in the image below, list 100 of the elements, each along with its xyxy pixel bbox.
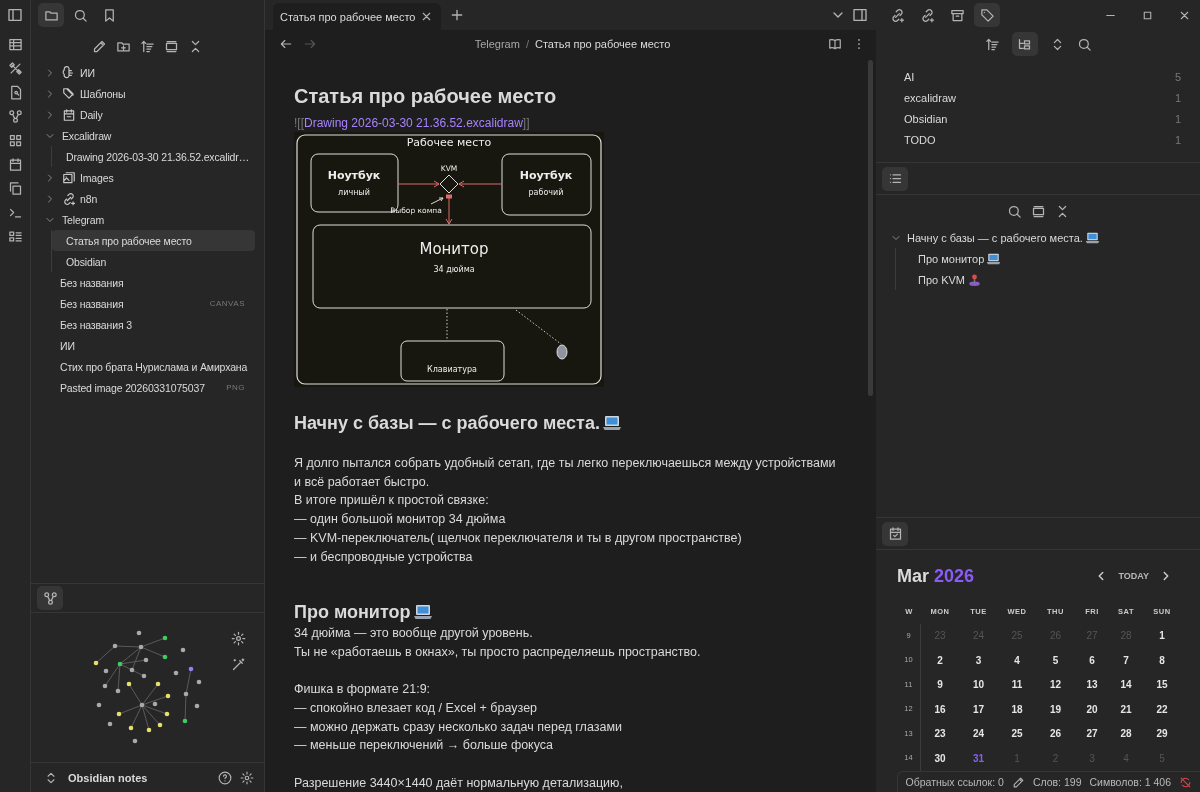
- calendar-day[interactable]: 20: [1075, 703, 1109, 715]
- calendar-day[interactable]: 14: [1109, 679, 1143, 691]
- outline-heading[interactable]: Начну с базы — с рабочего места.: [907, 231, 1083, 244]
- calendar-day[interactable]: 5: [1036, 654, 1075, 666]
- pencil-icon[interactable]: [1011, 775, 1025, 789]
- folder-item[interactable]: ИИ: [40, 62, 255, 83]
- calendar-day[interactable]: 23: [921, 728, 959, 740]
- calendar-day[interactable]: 1: [1143, 630, 1181, 642]
- tag-name[interactable]: TODO: [904, 133, 936, 146]
- file-item[interactable]: Obsidian: [52, 251, 255, 272]
- calendar-day[interactable]: 22: [1143, 703, 1181, 715]
- calendar-day[interactable]: 2: [921, 654, 959, 666]
- today-button[interactable]: TODAY: [1118, 571, 1149, 581]
- sort-icon[interactable]: [140, 38, 155, 54]
- calendar-day[interactable]: 24: [959, 728, 998, 740]
- embed-link[interactable]: Drawing 2026-03-30 21.36.52.excalidraw: [304, 116, 523, 130]
- calendar-day[interactable]: 4: [998, 654, 1036, 666]
- calendar-day[interactable]: 3: [959, 654, 998, 666]
- brain-icon: [62, 65, 76, 80]
- file-item[interactable]: Без названия: [60, 297, 124, 310]
- file-item[interactable]: Стих про брата Нурислама и Амирхана: [60, 360, 248, 373]
- folder-item[interactable]: Daily: [40, 104, 255, 125]
- calendar-day[interactable]: 31: [959, 752, 998, 764]
- folder-name: Шаблоны: [80, 87, 126, 100]
- settings-icon[interactable]: [240, 770, 254, 785]
- search-icon: [72, 7, 88, 23]
- sidebar-toggle-icon[interactable]: [852, 7, 868, 23]
- tag-name[interactable]: AI: [904, 70, 915, 83]
- calendar-day[interactable]: 12: [1036, 679, 1075, 691]
- auto-reveal-icon[interactable]: [164, 38, 179, 54]
- search-icon[interactable]: [1076, 36, 1092, 52]
- file-item[interactable]: Статья про рабочее место: [52, 230, 255, 251]
- calendar-day[interactable]: 16: [921, 703, 959, 715]
- calendar-day[interactable]: 19: [1036, 703, 1075, 715]
- calendar-icon: [62, 107, 76, 122]
- calendar-day[interactable]: 6: [1075, 654, 1109, 666]
- search-icon[interactable]: [1006, 203, 1022, 219]
- calendar-day[interactable]: 21: [1109, 703, 1143, 715]
- calendar-day[interactable]: 25: [998, 728, 1036, 740]
- grid-icon[interactable]: [7, 133, 23, 148]
- graph-icon[interactable]: [7, 109, 23, 124]
- outline-heading[interactable]: Про монитор: [918, 252, 985, 265]
- note-tab[interactable]: Статья про рабочее место: [273, 3, 441, 30]
- tag-name[interactable]: excalidraw: [904, 91, 956, 104]
- files-tab[interactable]: [38, 3, 64, 27]
- nested-tags-toggle[interactable]: [1011, 32, 1038, 56]
- vault-name[interactable]: Obsidian notes: [68, 771, 148, 784]
- folder-item[interactable]: n8n: [40, 188, 255, 209]
- calendar-day[interactable]: 18: [998, 703, 1036, 715]
- folder-item[interactable]: Telegram: [40, 209, 255, 230]
- calendar-day[interactable]: 7: [1109, 654, 1143, 666]
- graph-tab[interactable]: [37, 586, 63, 610]
- file-item[interactable]: ИИ: [60, 339, 75, 352]
- tools-icon[interactable]: [7, 61, 23, 76]
- folder-item[interactable]: Excalidraw: [40, 125, 255, 146]
- folder-item[interactable]: Images: [40, 167, 255, 188]
- breadcrumb-folder[interactable]: Telegram: [474, 37, 520, 50]
- calendar-day[interactable]: 8: [1143, 654, 1181, 666]
- graph-icon: [42, 590, 58, 606]
- calendar-day[interactable]: 29: [1143, 728, 1181, 740]
- calendar-day[interactable]: 15: [1143, 679, 1181, 691]
- folder-item[interactable]: Шаблоны: [40, 83, 255, 104]
- new-tab-icon[interactable]: [449, 7, 465, 23]
- table-icon[interactable]: [7, 37, 23, 52]
- calendar-day[interactable]: 9: [921, 679, 959, 691]
- checklist-icon[interactable]: [7, 229, 23, 244]
- calendar-day[interactable]: 13: [1075, 679, 1109, 691]
- file-item[interactable]: Без названия 3: [60, 318, 132, 331]
- scrollbar-thumb[interactable]: [868, 60, 873, 396]
- wand-icon[interactable]: [231, 657, 246, 672]
- settings-icon[interactable]: [231, 631, 246, 646]
- backlinks-count[interactable]: Обратных ссылок: 0: [905, 776, 1004, 788]
- sort-icon[interactable]: [984, 36, 1000, 52]
- outline-tab[interactable]: [882, 166, 908, 191]
- layout-icon[interactable]: [1030, 203, 1046, 219]
- sync-error-icon[interactable]: [1179, 775, 1192, 789]
- calendar-day[interactable]: 17: [959, 703, 998, 715]
- tags-tab[interactable]: [974, 3, 1000, 27]
- calendar-tab[interactable]: [882, 521, 908, 546]
- help-icon[interactable]: [218, 770, 232, 785]
- sidebar-toggle-icon[interactable]: [7, 7, 23, 23]
- file-item[interactable]: Pasted image 20260331075037: [60, 381, 205, 394]
- calendar-month: Mar: [897, 565, 929, 587]
- tag-name[interactable]: Obsidian: [904, 112, 948, 125]
- calendar-day[interactable]: 30: [921, 752, 959, 764]
- calendar-day[interactable]: 28: [1109, 728, 1143, 740]
- calendar-icon[interactable]: [7, 157, 23, 172]
- file-item[interactable]: Без названия: [60, 276, 124, 289]
- close-icon[interactable]: [420, 10, 433, 23]
- calendar-day[interactable]: 27: [1075, 728, 1109, 740]
- calendar-day[interactable]: 26: [1036, 728, 1075, 740]
- new-note-icon[interactable]: [92, 38, 107, 54]
- file-item[interactable]: Drawing 2026-03-30 21.36.52.excalidr…: [52, 146, 255, 167]
- reading-view-icon[interactable]: [828, 36, 842, 51]
- calendar-day[interactable]: 11: [998, 679, 1036, 691]
- outline-heading[interactable]: Про KVM: [918, 273, 966, 286]
- breadcrumb-title[interactable]: Статья про рабочее место: [534, 37, 671, 50]
- calendar-day[interactable]: 10: [959, 679, 998, 691]
- folder-name: Telegram: [62, 213, 104, 226]
- copy-icon[interactable]: [7, 181, 23, 196]
